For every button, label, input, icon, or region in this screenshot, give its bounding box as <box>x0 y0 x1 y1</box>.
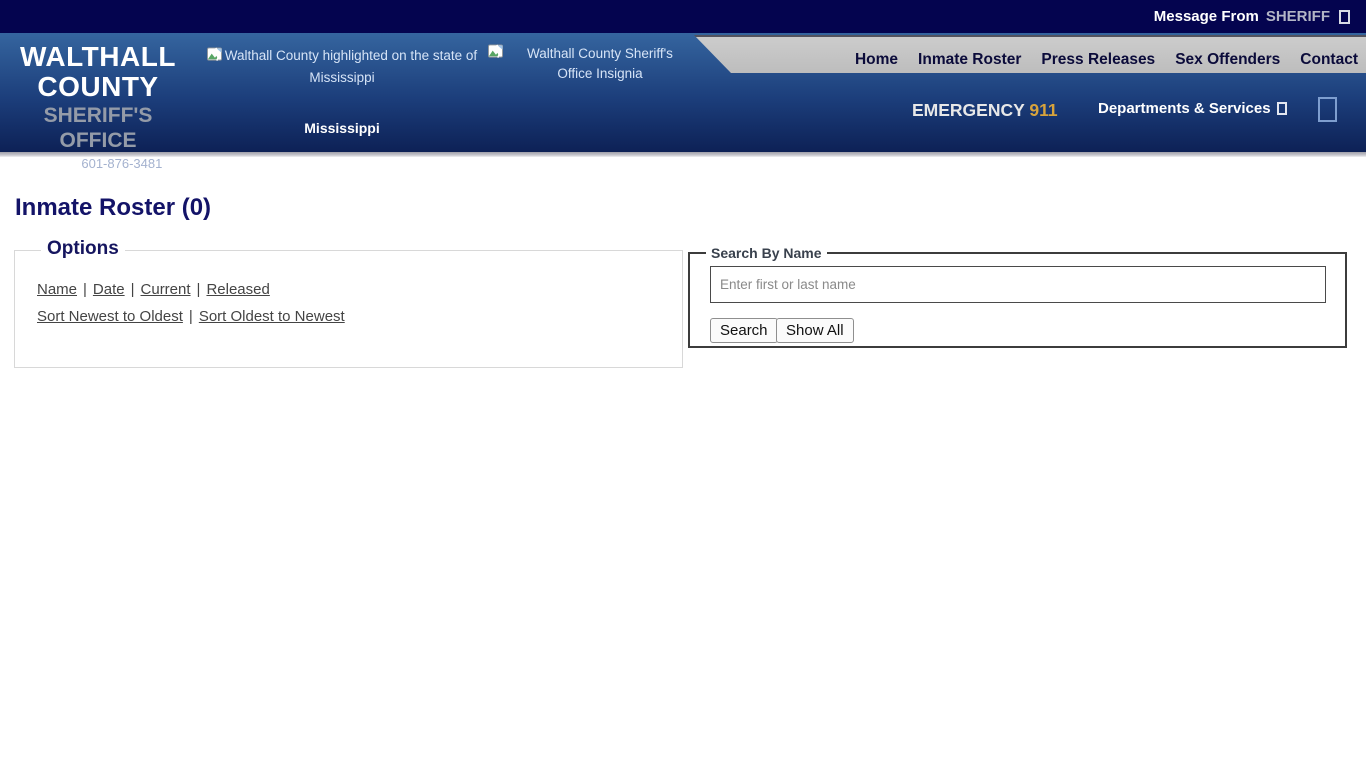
chevron-missing-glyph-icon <box>1277 102 1287 115</box>
main-navigation: Home Inmate Roster Press Releases Sex Of… <box>694 35 1366 73</box>
nav-item-home[interactable]: Home <box>855 51 898 69</box>
emergency-number: 911 <box>1029 100 1057 120</box>
state-label: Mississippi <box>203 120 481 136</box>
site-header: Home Inmate Roster Press Releases Sex Of… <box>0 33 1366 152</box>
nav-item-sex-offenders[interactable]: Sex Offenders <box>1175 51 1280 69</box>
separator: | <box>183 308 199 325</box>
show-all-button[interactable]: Show All <box>776 318 854 343</box>
broken-image-icon <box>207 47 222 68</box>
nav-item-inmate-roster[interactable]: Inmate Roster <box>918 51 1021 69</box>
sort-link-oldest-to-newest[interactable]: Sort Oldest to Newest <box>199 308 345 325</box>
missing-glyph-icon <box>1339 10 1350 24</box>
search-by-name-panel: Search By Name Search Show All <box>688 252 1347 348</box>
insignia-image-placeholder: Walthall County Sheriff's Office Insigni… <box>488 44 688 84</box>
departments-services-menu[interactable]: Departments & Services <box>1098 100 1287 117</box>
missing-icon-box[interactable] <box>1318 97 1337 122</box>
emergency-911: EMERGENCY 911 <box>912 100 1058 121</box>
sort-link-newest-to-oldest[interactable]: Sort Newest to Oldest <box>37 308 183 325</box>
sheriff-message-link[interactable]: SHERIFF <box>1266 8 1330 25</box>
broken-image-icon <box>488 44 503 84</box>
departments-label: Departments & Services <box>1098 100 1271 117</box>
filter-link-name[interactable]: Name <box>37 281 77 298</box>
message-from-label: Message From <box>1154 8 1259 25</box>
insignia-alt-text: Walthall County Sheriff's Office Insigni… <box>512 44 688 84</box>
search-name-input[interactable] <box>710 266 1326 303</box>
sort-links-row: Sort Newest to Oldest|Sort Oldest to New… <box>37 308 345 325</box>
county-map-alt-text: Walthall County highlighted on the state… <box>225 48 477 85</box>
emergency-label: EMERGENCY <box>912 100 1024 120</box>
phone-label: Phone: <box>34 156 78 171</box>
filter-link-date[interactable]: Date <box>93 281 125 298</box>
filter-link-released[interactable]: Released <box>206 281 269 298</box>
separator: | <box>77 281 93 298</box>
org-name-line3: SHERIFF'S OFFICE <box>10 103 186 153</box>
phone-number-link[interactable]: 601-876-3481 <box>81 156 162 171</box>
nav-item-contact[interactable]: Contact <box>1300 51 1358 69</box>
search-button[interactable]: Search <box>710 318 778 343</box>
filter-link-current[interactable]: Current <box>141 281 191 298</box>
page: Message From SHERIFF Home Inmate Roster … <box>0 0 1366 768</box>
header-divider <box>0 152 1366 157</box>
filter-links-row: Name|Date|Current|Released <box>37 281 270 298</box>
org-name-line2: COUNTY <box>10 72 186 102</box>
org-name-line1: WALTHALL <box>10 42 186 72</box>
options-panel: Options Name|Date|Current|Released Sort … <box>14 250 683 368</box>
options-title: Options <box>41 238 125 260</box>
page-title: Inmate Roster (0) <box>15 194 211 222</box>
separator: | <box>191 281 207 298</box>
nav-item-press-releases[interactable]: Press Releases <box>1041 51 1155 69</box>
top-message-bar: Message From SHERIFF <box>0 0 1366 33</box>
separator: | <box>125 281 141 298</box>
phone-row: Phone: 601-876-3481 <box>10 156 186 171</box>
county-map-image-placeholder: Walthall County highlighted on the state… <box>203 46 481 88</box>
search-panel-legend: Search By Name <box>706 245 827 261</box>
